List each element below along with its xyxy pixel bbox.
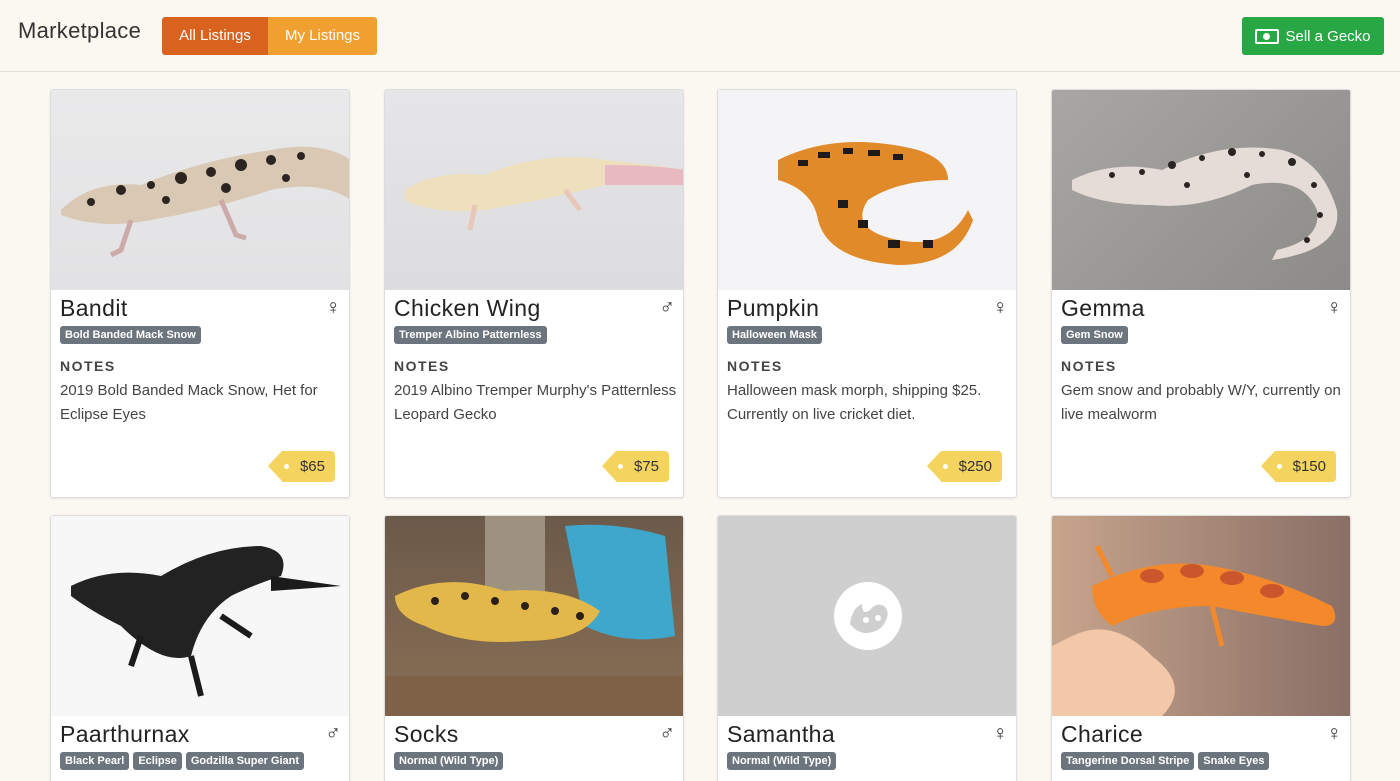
gecko-name: Charice — [1061, 721, 1144, 747]
morph-tag: Snake Eyes — [1198, 752, 1270, 770]
listing-card-socks[interactable]: Socks ♂ Normal (Wild Type) — [384, 515, 684, 781]
listing-filter-group: All Listings My Listings — [162, 17, 377, 55]
morph-tag: Godzilla Super Giant — [185, 752, 305, 770]
morph-tag: Tremper Albino Patternless — [394, 326, 547, 344]
morph-tag: Bold Banded Mack Snow — [60, 326, 201, 344]
male-icon: ♂ — [659, 296, 675, 319]
morph-tag: Eclipse — [133, 752, 182, 770]
listing-card-paarthurnax[interactable]: Paarthurnax ♂ Black Pearl Eclipse Godzil… — [50, 515, 350, 781]
morph-tags: Gem Snow — [1061, 326, 1346, 344]
morph-tags: Halloween Mask — [727, 326, 1012, 344]
listing-card-samantha[interactable]: Samantha ♀ Normal (Wild Type) — [717, 515, 1017, 781]
gecko-name: Gemma — [1061, 295, 1145, 321]
morph-tags: Tremper Albino Patternless — [394, 326, 679, 344]
money-icon — [1255, 28, 1280, 44]
gecko-photo — [1052, 90, 1350, 290]
morph-tag: Gem Snow — [1061, 326, 1128, 344]
listing-card-gemma[interactable]: Gemma ♀ Gem Snow NOTES Gem snow and prob… — [1051, 89, 1351, 498]
notes-heading: NOTES — [60, 358, 116, 374]
gecko-name: Bandit — [60, 295, 128, 321]
morph-tags: Tangerine Dorsal Stripe Snake Eyes — [1061, 752, 1346, 770]
all-listings-button[interactable]: All Listings — [162, 17, 268, 55]
price-tag: $150 — [1260, 451, 1336, 482]
morph-tags: Bold Banded Mack Snow — [60, 326, 345, 344]
listing-card-chicken-wing[interactable]: Chicken Wing ♂ Tremper Albino Patternles… — [384, 89, 684, 498]
gecko-name: Pumpkin — [727, 295, 820, 321]
notes-heading: NOTES — [727, 358, 783, 374]
notes-text: 2019 Bold Banded Mack Snow, Het for Ecli… — [60, 382, 318, 423]
female-icon: ♀ — [1326, 296, 1342, 319]
female-icon: ♀ — [325, 296, 341, 319]
morph-tag: Normal (Wild Type) — [394, 752, 504, 770]
listing-card-pumpkin[interactable]: Pumpkin ♀ Halloween Mask NOTES Halloween… — [717, 89, 1017, 498]
photo-placeholder — [718, 516, 1016, 716]
gecko-photo — [385, 516, 683, 716]
notes-heading: NOTES — [1061, 358, 1117, 374]
gecko-name: Samantha — [727, 721, 836, 747]
gecko-name: Socks — [394, 721, 459, 747]
gecko-name: Paarthurnax — [60, 721, 190, 747]
sell-gecko-button[interactable]: Sell a Gecko — [1242, 17, 1384, 55]
male-icon: ♂ — [659, 722, 675, 745]
gecko-photo — [1052, 516, 1350, 716]
gecko-photo — [718, 90, 1016, 290]
price-tag: $250 — [926, 451, 1002, 482]
female-icon: ♀ — [992, 296, 1008, 319]
gecko-photo — [51, 90, 349, 290]
morph-tags: Normal (Wild Type) — [394, 752, 679, 770]
notes-heading: NOTES — [394, 358, 450, 374]
notes-text: Gem snow and probably W/Y, currently on … — [1061, 382, 1341, 423]
female-icon: ♀ — [1326, 722, 1342, 745]
male-icon: ♂ — [325, 722, 341, 745]
gecko-name: Chicken Wing — [394, 295, 541, 321]
sell-gecko-label: Sell a Gecko — [1285, 27, 1371, 45]
morph-tag: Normal (Wild Type) — [727, 752, 837, 770]
notes-text: Halloween mask morph, shipping $25. Curr… — [727, 382, 982, 423]
morph-tag: Tangerine Dorsal Stripe — [1061, 752, 1195, 770]
price-tag: $65 — [267, 451, 335, 482]
notes-text: 2019 Albino Tremper Murphy's Patternless… — [394, 382, 677, 423]
morph-tag: Halloween Mask — [727, 326, 822, 344]
gecko-photo — [51, 516, 349, 716]
my-listings-button[interactable]: My Listings — [268, 17, 377, 55]
gecko-photo — [385, 90, 683, 290]
page-title: Marketplace — [18, 18, 142, 43]
gecko-logo-icon — [834, 582, 902, 650]
listing-card-bandit[interactable]: Bandit ♀ Bold Banded Mack Snow NOTES 201… — [50, 89, 350, 498]
morph-tag: Black Pearl — [60, 752, 130, 770]
morph-tags: Black Pearl Eclipse Godzilla Super Giant — [60, 752, 345, 770]
top-bar: Marketplace All Listings My Listings Sel… — [0, 0, 1400, 72]
listing-card-charice[interactable]: Charice ♀ Tangerine Dorsal Stripe Snake … — [1051, 515, 1351, 781]
price-tag: $75 — [601, 451, 669, 482]
female-icon: ♀ — [992, 722, 1008, 745]
morph-tags: Normal (Wild Type) — [727, 752, 1012, 770]
